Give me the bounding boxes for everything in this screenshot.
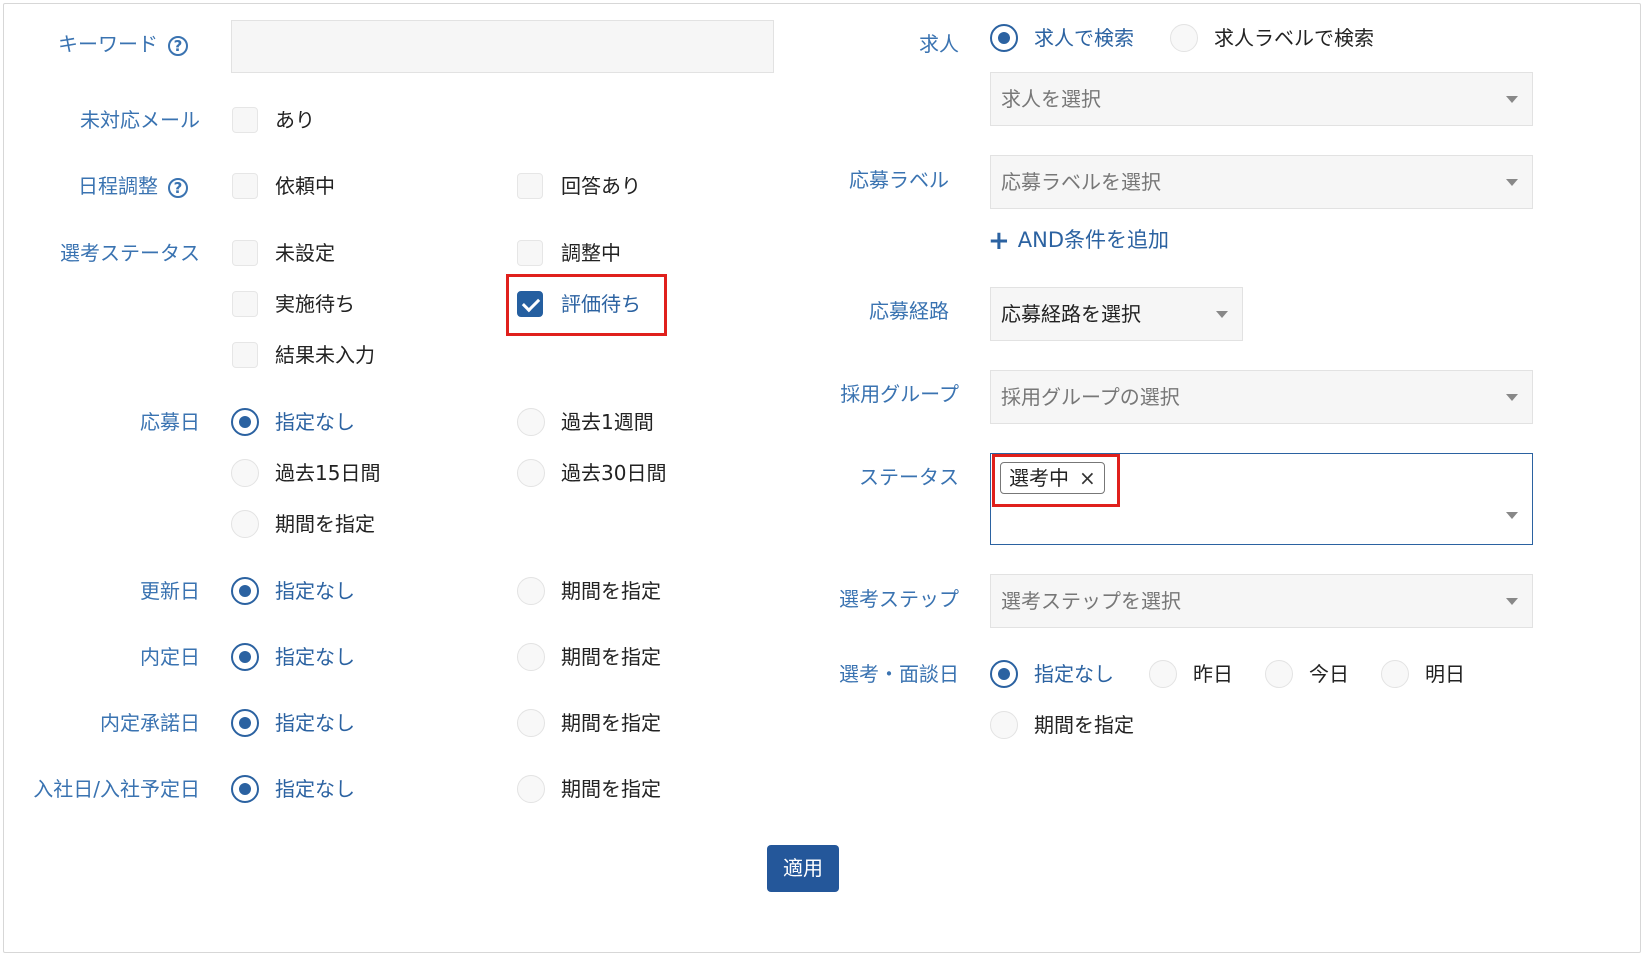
selection-status-label: 選考ステータス xyxy=(60,241,200,265)
interview-none-radio[interactable] xyxy=(990,660,1018,688)
schedule-label: 日程調整? xyxy=(78,174,188,198)
updated-date-range-radio[interactable] xyxy=(517,577,545,605)
status-option-checked: 評価待ち xyxy=(561,292,641,316)
schedule-requested-checkbox[interactable] xyxy=(232,173,258,199)
caret-down-icon xyxy=(1216,311,1228,318)
step-label: 選考ステップ xyxy=(839,587,959,611)
radio-option: 今日 xyxy=(1309,662,1349,686)
route-label: 応募経路 xyxy=(869,299,949,323)
radio-option: 指定なし xyxy=(275,579,355,603)
join-date-label: 入社日/入社予定日 xyxy=(33,777,200,801)
job-label: 求人 xyxy=(919,32,959,56)
group-select[interactable]: 採用グループの選択 xyxy=(990,370,1533,424)
caret-down-icon xyxy=(1506,394,1518,401)
group-select-placeholder: 採用グループの選択 xyxy=(1001,385,1180,409)
radio-option: 過去1週間 xyxy=(561,410,654,434)
route-select-value: 応募経路を選択 xyxy=(1001,302,1141,326)
add-condition-text: AND条件を追加 xyxy=(1017,228,1170,252)
caret-down-icon xyxy=(1506,598,1518,605)
offer-accept-none-radio[interactable] xyxy=(231,709,259,737)
interview-date-label: 選考・面談日 xyxy=(839,662,959,686)
unreplied-mail-label: 未対応メール xyxy=(80,108,200,132)
updated-date-none-radio[interactable] xyxy=(231,577,259,605)
radio-option: 求人ラベルで検索 xyxy=(1214,26,1374,50)
status-waiting-exec-checkbox[interactable] xyxy=(232,291,258,317)
radio-option: 指定なし xyxy=(275,777,355,801)
interview-yesterday-radio[interactable] xyxy=(1149,660,1177,688)
job-select-placeholder: 求人を選択 xyxy=(1001,87,1101,111)
keyword-label-text: キーワード xyxy=(58,32,158,56)
radio-option: 明日 xyxy=(1425,662,1465,686)
radio-option: 求人で検索 xyxy=(1034,26,1134,50)
applied-date-1week-radio[interactable] xyxy=(517,408,545,436)
status-option: 調整中 xyxy=(561,241,621,265)
join-date-range-radio[interactable] xyxy=(517,775,545,803)
question-circle-icon[interactable]: ? xyxy=(168,35,188,56)
status-unset-checkbox[interactable] xyxy=(232,240,258,266)
keyword-input[interactable] xyxy=(231,20,774,73)
keyword-label: キーワード? xyxy=(58,32,188,56)
interview-today-radio[interactable] xyxy=(1265,660,1293,688)
status-adjusting-checkbox[interactable] xyxy=(517,240,543,266)
interview-tomorrow-radio[interactable] xyxy=(1381,660,1409,688)
apply-label-placeholder: 応募ラベルを選択 xyxy=(1001,170,1161,194)
caret-down-icon xyxy=(1506,179,1518,186)
status-label: ステータス xyxy=(859,465,959,489)
group-label: 採用グループ xyxy=(840,382,959,406)
radio-option: 期間を指定 xyxy=(561,777,661,801)
radio-option: 指定なし xyxy=(275,711,355,735)
status-no-result-checkbox[interactable] xyxy=(232,342,258,368)
status-option: 結果未入力 xyxy=(275,343,375,367)
join-date-none-radio[interactable] xyxy=(231,775,259,803)
add-and-condition-link[interactable]: + AND条件を追加 xyxy=(988,226,1170,256)
caret-down-icon xyxy=(1506,96,1518,103)
schedule-answered-checkbox[interactable] xyxy=(517,173,543,199)
updated-date-label: 更新日 xyxy=(140,579,200,603)
offer-date-range-radio[interactable] xyxy=(517,643,545,671)
unreplied-mail-checkbox[interactable] xyxy=(232,107,258,133)
route-select[interactable]: 応募経路を選択 xyxy=(990,287,1243,341)
applied-date-range-radio[interactable] xyxy=(231,510,259,538)
radio-option: 指定なし xyxy=(275,645,355,669)
radio-option: 期間を指定 xyxy=(1034,713,1134,737)
status-option: 未設定 xyxy=(275,241,335,265)
caret-down-icon xyxy=(1506,512,1518,519)
apply-button[interactable]: 適用 xyxy=(767,845,839,892)
schedule-label-text: 日程調整 xyxy=(78,174,158,198)
job-select[interactable]: 求人を選択 xyxy=(990,72,1533,126)
offer-date-label: 内定日 xyxy=(140,645,200,669)
step-select[interactable]: 選考ステップを選択 xyxy=(990,574,1533,628)
apply-label-label: 応募ラベル xyxy=(849,168,949,192)
radio-option: 期間を指定 xyxy=(561,711,661,735)
job-search-radio[interactable] xyxy=(990,24,1018,52)
radio-option: 期間を指定 xyxy=(275,512,375,536)
radio-option: 期間を指定 xyxy=(561,645,661,669)
radio-option: 過去30日間 xyxy=(561,461,667,485)
step-select-placeholder: 選考ステップを選択 xyxy=(1001,589,1181,613)
schedule-option: 回答あり xyxy=(561,174,641,198)
apply-label-select[interactable]: 応募ラベルを選択 xyxy=(990,155,1533,209)
radio-option: 昨日 xyxy=(1193,662,1233,686)
schedule-option: 依頼中 xyxy=(275,174,335,198)
applied-date-none-radio[interactable] xyxy=(231,408,259,436)
offer-accept-range-radio[interactable] xyxy=(517,709,545,737)
offer-accept-date-label: 内定承諾日 xyxy=(100,711,200,735)
applied-date-15days-radio[interactable] xyxy=(231,459,259,487)
applied-date-30days-radio[interactable] xyxy=(517,459,545,487)
offer-date-none-radio[interactable] xyxy=(231,643,259,671)
status-option: 実施待ち xyxy=(275,292,355,316)
question-circle-icon[interactable]: ? xyxy=(168,177,188,198)
radio-option: 過去15日間 xyxy=(275,461,381,485)
status-waiting-eval-checkbox[interactable] xyxy=(517,291,543,317)
unreplied-mail-option: あり xyxy=(275,108,315,132)
highlight-box xyxy=(992,454,1120,507)
interview-range-radio[interactable] xyxy=(990,711,1018,739)
applied-date-label: 応募日 xyxy=(140,410,200,434)
radio-option: 指定なし xyxy=(1034,662,1114,686)
job-label-search-radio[interactable] xyxy=(1170,24,1198,52)
radio-option: 期間を指定 xyxy=(561,579,661,603)
radio-option: 指定なし xyxy=(275,410,355,434)
plus-icon: + xyxy=(988,226,1010,256)
